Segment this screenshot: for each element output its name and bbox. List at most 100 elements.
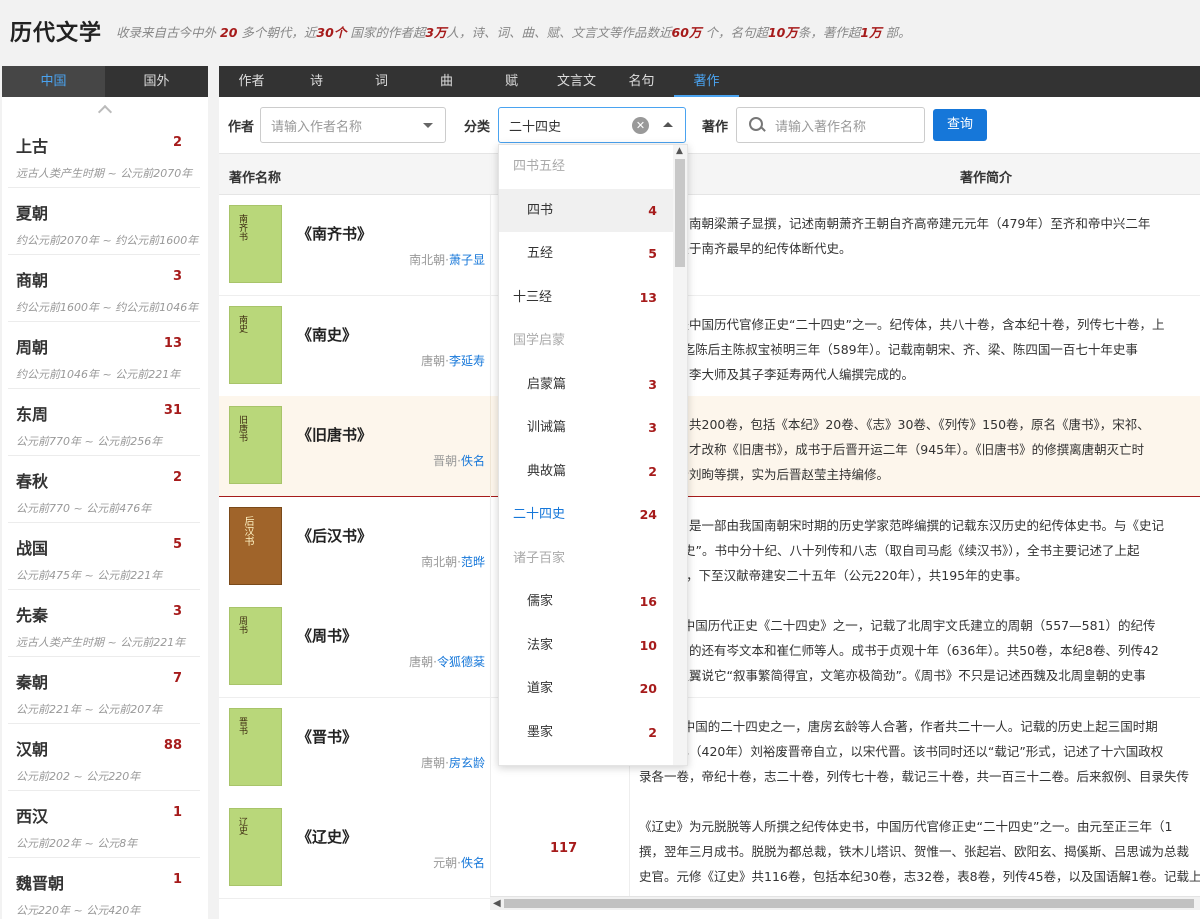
table-row[interactable]: 周书《周书》唐朝·令狐德棻 周书》，中国历代正史《二十四史》之一，记载了北周宇文氏… <box>219 597 1200 698</box>
dynasty-item[interactable]: 春秋 2 公元前770 ~ 公元前476年 <box>8 456 200 523</box>
scroll-left-icon[interactable]: ◀ <box>493 898 501 909</box>
book-cover-title: 南史 <box>237 314 247 333</box>
tab-category[interactable]: 文言文 <box>544 66 609 97</box>
tab-category[interactable]: 名句 <box>609 66 674 97</box>
author-link[interactable]: 萧子显 <box>449 253 485 267</box>
work-search-input[interactable]: 请输入著作名称 <box>736 107 926 143</box>
dropdown-option[interactable]: 十三经 13 <box>499 276 687 320</box>
dynasty-count: 7 <box>172 671 182 686</box>
dropdown-option[interactable]: 墨家 2 <box>499 711 687 755</box>
dynasty-item[interactable]: 汉朝 88 公元前202 ~ 公元220年 <box>8 724 200 791</box>
horizontal-scrollbar[interactable]: ◀ <box>490 896 1200 910</box>
tab-category[interactable]: 诗 <box>284 66 349 97</box>
table-row[interactable]: 辽史 《辽史》 元朝·佚名 117 《辽史》为元脱脱等人所撰之纪传体史书，中国历代官修正… <box>219 798 1200 899</box>
category-select[interactable]: 二十四史 ✕ <box>498 107 687 143</box>
author-select[interactable]: 请输入作者名称 <box>260 107 447 143</box>
option-label: 法家 <box>527 637 554 653</box>
option-label: 十三经 <box>513 289 553 305</box>
query-button[interactable]: 查询 <box>933 109 988 141</box>
author-link[interactable]: 令狐德棻 <box>437 655 485 669</box>
author-link[interactable]: 李延寿 <box>449 354 485 368</box>
tab-category[interactable]: 词 <box>349 66 414 97</box>
scroll-up-chevron-icon[interactable] <box>2 97 208 121</box>
book-title[interactable]: 《南史》 <box>297 324 357 345</box>
dropdown-option[interactable]: 五经 5 <box>499 232 687 276</box>
stats-number: 30个 <box>316 24 347 40</box>
dropdown-option[interactable]: 法家 10 <box>499 624 687 668</box>
author-filter-label: 作者 <box>228 119 255 135</box>
book-author: 唐朝·房玄龄 <box>421 754 485 771</box>
book-cover-image[interactable]: 晋书 <box>229 707 282 786</box>
tab-category[interactable]: 曲 <box>414 66 479 97</box>
dynasty-item[interactable]: 西汉 1 公元前202年 ~ 公元8年 <box>8 791 200 858</box>
dynasty-count: 3 <box>172 604 182 619</box>
dynasty-item[interactable]: 魏晋朝 1 公元220年 ~ 公元420年 <box>8 858 200 919</box>
book-cover-image[interactable]: 旧唐书 <box>229 406 282 484</box>
book-cover-image[interactable]: 南齐书 <box>229 205 282 283</box>
dropdown-option[interactable]: 儒家 16 <box>499 580 687 624</box>
tab-category[interactable]: 著作 <box>674 66 739 97</box>
dynasty-item[interactable]: 上古 2 远古人类产生时期 ~ 公元前2070年 <box>8 121 200 188</box>
stats-number: 10万 <box>767 24 798 40</box>
book-author: 元朝·佚名 <box>433 854 485 871</box>
book-cover-image[interactable]: 辽史 <box>229 808 282 886</box>
dropdown-option[interactable]: 训诫篇 3 <box>499 406 687 450</box>
book-title[interactable]: 《辽史》 <box>297 826 357 847</box>
dropdown-option[interactable]: 道家 20 <box>499 667 687 711</box>
book-author: 唐朝·令狐德棻 <box>409 653 485 670</box>
dynasty-item[interactable]: 周朝 13 约公元前1046年 ~ 公元前221年 <box>8 322 200 389</box>
column-divider <box>490 496 491 598</box>
tab-category[interactable]: 作者 <box>219 66 284 97</box>
book-cover-image[interactable]: 南史 <box>229 305 282 384</box>
option-label: 二十四史 <box>513 507 566 522</box>
author-link[interactable]: 房玄龄 <box>449 756 485 770</box>
tab-china[interactable]: 中国 <box>2 66 105 97</box>
book-title[interactable]: 《晋书》 <box>297 726 357 747</box>
stats-number: 3万 <box>425 24 447 40</box>
author-link[interactable]: 佚名 <box>461 856 485 870</box>
author-link[interactable]: 佚名 <box>461 454 485 468</box>
book-cover-title: 周书 <box>237 616 247 634</box>
dropdown-option[interactable]: 典故篇 2 <box>499 450 687 494</box>
author-link[interactable]: 范晔 <box>461 555 485 569</box>
table-row[interactable]: 晋书 《晋书》 唐朝·房玄龄 晋书》，中国的二十四史之一，唐房玄龄等人合著，作者共二十… <box>219 697 1200 799</box>
option-label: 五经 <box>527 246 554 261</box>
table-row[interactable]: 南史 《南史》 唐朝·李延寿 南史》是中国历代官修正史“二十四史”之一。纪传体，共八十… <box>219 295 1200 397</box>
book-cover-image[interactable]: 后汉书 <box>229 506 282 585</box>
dynasty-item[interactable]: 战国 5 公元前475年 ~ 公元前221年 <box>8 523 200 590</box>
dropdown-group-label: 诸子百家 <box>499 537 687 581</box>
book-title[interactable]: 《周书》 <box>297 625 357 646</box>
scroll-up-icon[interactable]: ▲ <box>676 146 683 156</box>
column-header-desc: 著作简介 <box>960 171 1013 186</box>
tab-foreign[interactable]: 国外 <box>105 66 208 97</box>
book-title[interactable]: 《南齐书》 <box>297 223 372 244</box>
description-line: 元熙二年（420年）刘裕废晋帝自立，以宋代晋。该书同时还以“载记”形式，记述了十… <box>639 743 1164 759</box>
dropdown-option[interactable]: 启蒙篇 3 <box>499 363 687 407</box>
dynasty-item[interactable]: 夏朝 约公元前2070年 ~ 约公元前1600年 <box>8 188 200 255</box>
dropdown-scrollbar[interactable]: ▲ <box>673 145 687 765</box>
dynasty-item[interactable]: 秦朝 7 公元前221年 ~ 公元前207年 <box>8 657 200 724</box>
book-title[interactable]: 《后汉书》 <box>297 525 372 546</box>
tab-category[interactable]: 赋 <box>479 66 544 97</box>
author-dynasty: 晋朝· <box>433 454 461 468</box>
description-line: 后汉书》是一部由我国南朝宋时期的历史学家范晔编撰的记载东汉历史的纪传体史书。与《… <box>639 517 1165 533</box>
dropdown-option[interactable]: 四书 4 <box>499 188 687 232</box>
book-title[interactable]: 《旧唐书》 <box>297 424 372 445</box>
scrollbar-thumb[interactable] <box>504 899 1194 908</box>
dynasty-item[interactable]: 东周 31 公元前770年 ~ 公元前256年 <box>8 389 200 456</box>
dynasty-item[interactable]: 商朝 3 约公元前1600年 ~ 约公元前1046年 <box>8 255 200 322</box>
table-row[interactable]: 南齐书 《南齐书》 南北朝·萧子显 齐书》），南朝梁萧子显撰，记述南朝萧齐王朝自齐高帝… <box>219 195 1200 296</box>
column-divider <box>490 597 491 698</box>
scrollbar-thumb[interactable] <box>675 159 685 267</box>
table-row[interactable]: 旧唐书 《旧唐书》 晋朝·佚名 旧唐书》共200卷，包括《本纪》20卷、《志》30卷、… <box>219 396 1200 497</box>
clear-icon[interactable]: ✕ <box>632 117 650 134</box>
stats-text: 人，诗、词、曲、赋、文言文等作品数近 <box>446 24 672 40</box>
book-cover-image[interactable]: 周书 <box>229 607 282 685</box>
table-row[interactable]: 后汉书 《后汉书》 南北朝·范晔 后汉书》是一部由我国南朝宋时期的历史学家范晔编撰的记… <box>219 496 1200 598</box>
description-line: 参加编写的还有岑文本和崔仁师等人。成书于贞观十年（636年）。共50卷，本纪8卷… <box>639 643 1159 658</box>
dynasty-item[interactable]: 先秦 3 远古人类产生时期 ~ 公元前221年 <box>8 590 200 657</box>
dropdown-option[interactable]: 二十四史 24 <box>499 493 687 537</box>
description-line: 《辽史》为元脱脱等人所撰之纪传体史书，中国历代官修正史“二十四史”之一。由元至正… <box>639 819 1173 834</box>
description-line: 周书》，中国历代正史《二十四史》之一，记载了北周宇文氏建立的周朝（557—581… <box>639 618 1156 633</box>
book-description: 周书》，中国历代正史《二十四史》之一，记载了北周宇文氏建立的周朝（557—581… <box>639 613 1200 688</box>
